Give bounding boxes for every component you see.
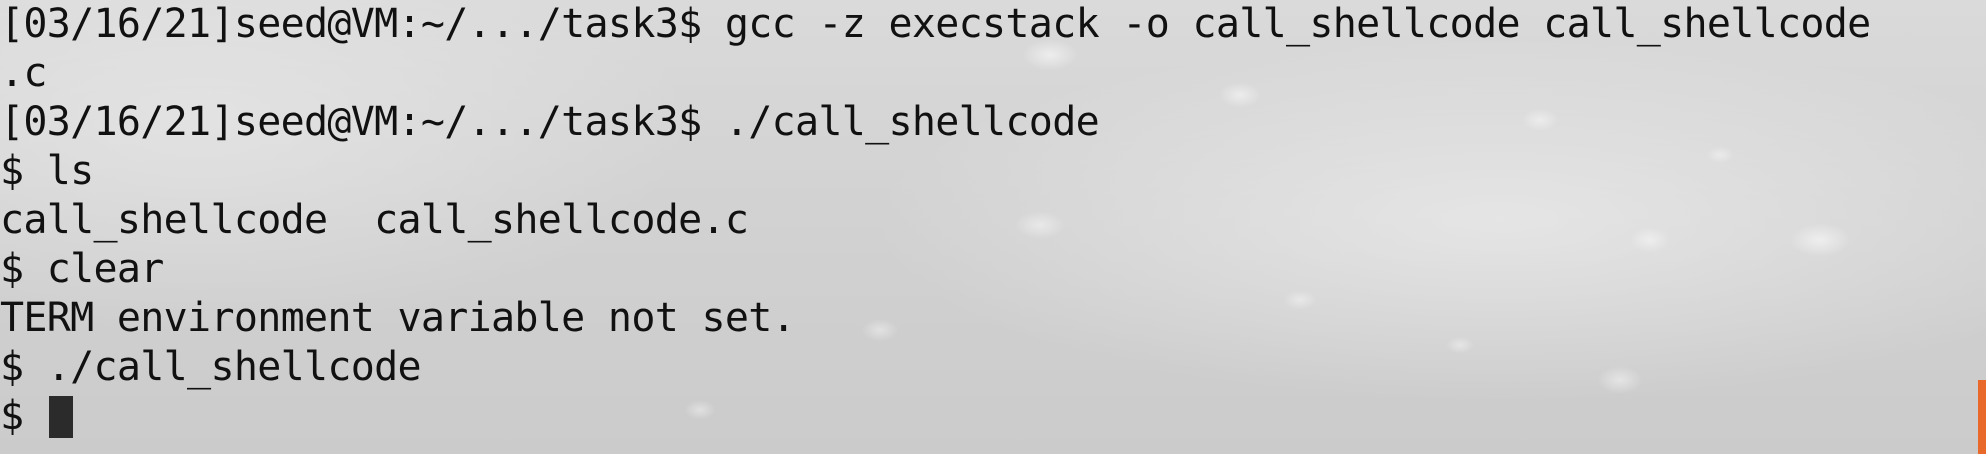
shell-prompt: $ [0, 393, 47, 439]
terminal-line: $ ls [0, 148, 94, 194]
terminal-line: call_shellcode call_shellcode.c [0, 197, 749, 243]
terminal-line: $ clear [0, 246, 164, 292]
terminal-line: [03/16/21]seed@VM:~/.../task3$ gcc -z ex… [0, 1, 1871, 47]
terminal-line: .c [0, 50, 47, 96]
terminal-output: [03/16/21]seed@VM:~/.../task3$ gcc -z ex… [0, 0, 1871, 441]
text-cursor [48, 396, 73, 438]
scrollbar-thumb[interactable] [1978, 380, 1986, 454]
terminal-window[interactable]: [03/16/21]seed@VM:~/.../task3$ gcc -z ex… [0, 0, 1986, 454]
terminal-input-line[interactable]: $ [0, 392, 1871, 441]
terminal-line: [03/16/21]seed@VM:~/.../task3$ ./call_sh… [0, 99, 1100, 145]
terminal-line: TERM environment variable not set. [0, 295, 796, 341]
terminal-line: $ ./call_shellcode [0, 344, 422, 390]
